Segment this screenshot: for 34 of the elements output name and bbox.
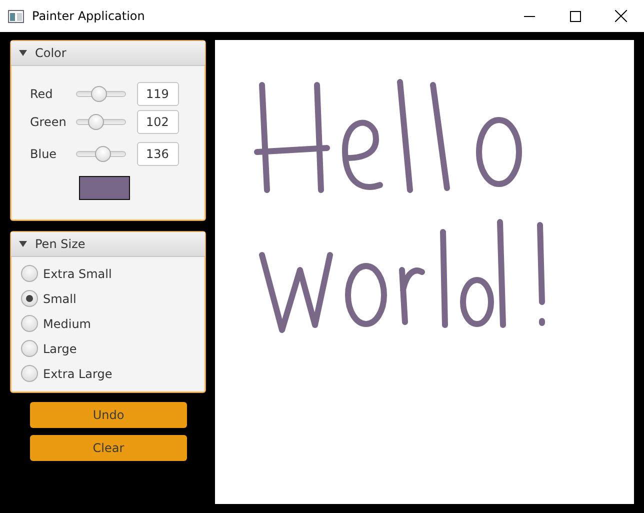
- panel-header[interactable]: Color: [11, 41, 205, 66]
- channel-label: Green: [30, 114, 68, 131]
- radio-option[interactable]: Extra Small: [11, 261, 112, 286]
- close-icon: [615, 10, 627, 22]
- channel-label: Blue: [30, 146, 58, 163]
- radio-option[interactable]: Small: [11, 286, 76, 311]
- window-title: Painter Application: [32, 8, 145, 25]
- slider-track[interactable]: [76, 85, 126, 103]
- maximize-icon: [570, 10, 580, 22]
- radio-button[interactable]: [21, 290, 38, 307]
- radio-button[interactable]: [21, 365, 38, 382]
- radio-option[interactable]: Large: [11, 336, 77, 361]
- radio-button[interactable]: [21, 265, 38, 282]
- slider-thumb[interactable]: [91, 86, 108, 102]
- slider-thumb[interactable]: [88, 114, 104, 130]
- app-icon: [8, 10, 24, 22]
- action-button[interactable]: Undo: [30, 402, 187, 428]
- slider-thumb[interactable]: [94, 146, 111, 162]
- value-field[interactable]: 102: [137, 110, 179, 134]
- slider-track[interactable]: [76, 145, 126, 163]
- action-button[interactable]: Clear: [30, 435, 187, 461]
- color-swatch: [79, 176, 130, 200]
- channel-label: Red: [30, 86, 54, 103]
- drawing-canvas[interactable]: [215, 40, 634, 504]
- caret-icon: [19, 241, 27, 247]
- radio-option[interactable]: Medium: [11, 311, 91, 336]
- caret-icon: [19, 50, 27, 56]
- radio-option[interactable]: Extra Large: [11, 361, 112, 386]
- slider-track[interactable]: [76, 113, 126, 131]
- value-field[interactable]: 119: [137, 82, 179, 106]
- value-field[interactable]: 136: [137, 142, 179, 166]
- radio-button[interactable]: [21, 315, 38, 332]
- radio-button[interactable]: [21, 340, 38, 357]
- panel-header[interactable]: Pen Size: [11, 232, 205, 257]
